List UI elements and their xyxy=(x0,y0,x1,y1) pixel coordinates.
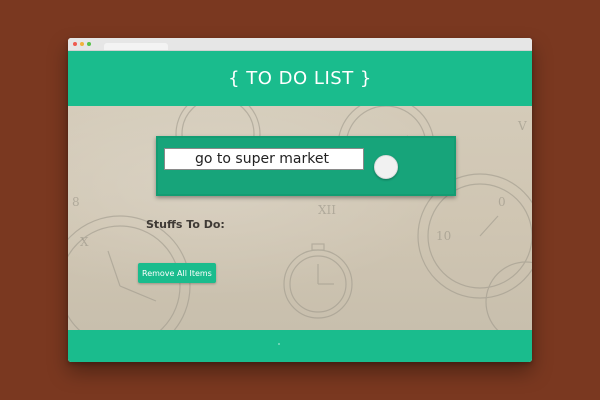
svg-text:XII: XII xyxy=(318,203,336,217)
add-item-button[interactable] xyxy=(374,155,398,179)
close-window-icon[interactable] xyxy=(73,42,77,46)
todo-list-heading: Stuffs To Do: xyxy=(146,218,225,231)
svg-text:8: 8 xyxy=(72,195,80,209)
page-title: { TO DO LIST } xyxy=(228,68,372,89)
browser-tab[interactable] xyxy=(104,43,168,50)
svg-text:X: X xyxy=(80,235,89,249)
app-footer xyxy=(68,330,532,362)
browser-window: { TO DO LIST } 8 10 XII X 0 V go to supe… xyxy=(68,38,532,362)
browser-chrome xyxy=(68,38,532,51)
main-content: 8 10 XII X 0 V Stuffs To Do: Remove All … xyxy=(68,106,532,330)
add-item-panel xyxy=(156,136,456,196)
app-header: { TO DO LIST } xyxy=(68,51,532,106)
svg-text:V: V xyxy=(517,119,527,133)
minimize-window-icon[interactable] xyxy=(80,42,84,46)
remove-all-items-button[interactable]: Remove All Items xyxy=(138,263,216,283)
footer-mark xyxy=(278,343,280,345)
svg-text:10: 10 xyxy=(436,229,451,243)
maximize-window-icon[interactable] xyxy=(87,42,91,46)
svg-text:0: 0 xyxy=(498,195,506,209)
task-input[interactable] xyxy=(164,148,364,170)
